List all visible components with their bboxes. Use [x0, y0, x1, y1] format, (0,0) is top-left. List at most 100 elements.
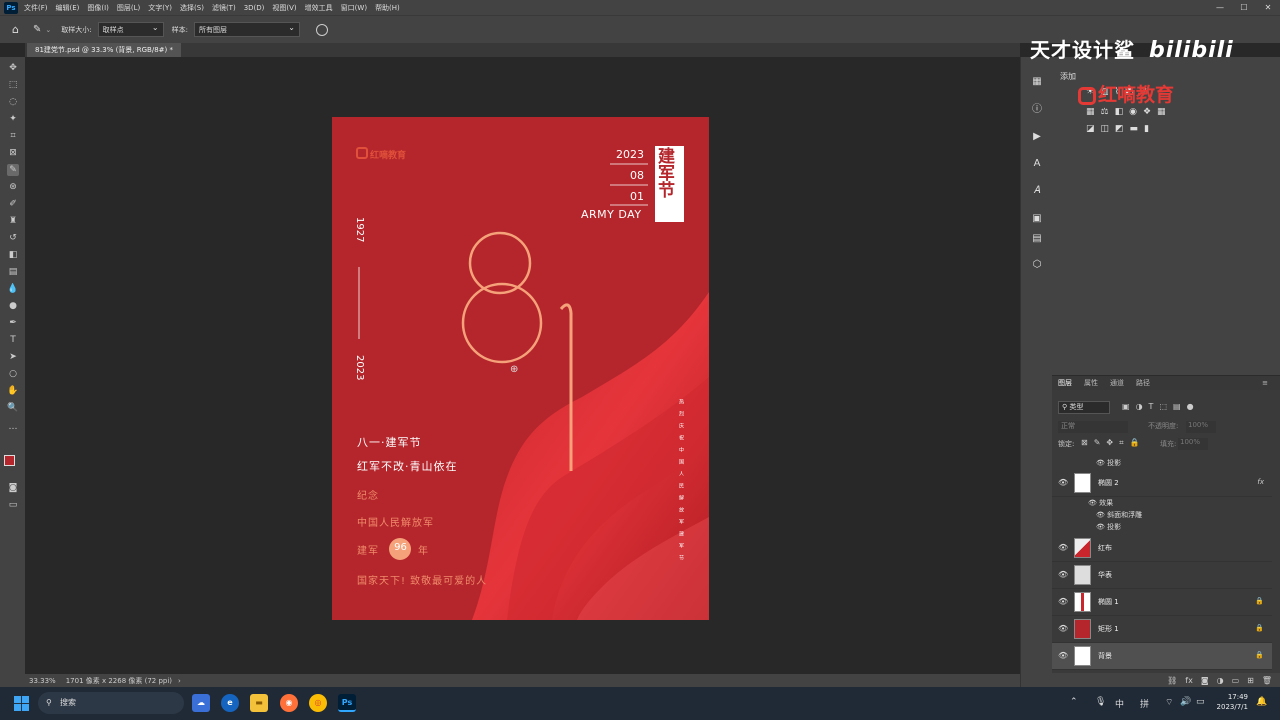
hue-saturation-icon[interactable]: ▦: [1086, 107, 1095, 117]
document-tab[interactable]: 81建党节.psd @ 33.3% (背景, RGB/8#) *: [27, 43, 181, 57]
type-filter-icon[interactable]: T: [1149, 402, 1154, 411]
chevron-up-icon[interactable]: ⌃: [1070, 697, 1078, 707]
tab-paths[interactable]: 路径: [1136, 378, 1150, 388]
chevron-down-icon[interactable]: ⌄: [45, 26, 51, 34]
firefox-icon[interactable]: ◉: [280, 694, 298, 712]
threshold-icon[interactable]: ◩: [1115, 124, 1124, 134]
healing-brush-tool-icon[interactable]: ⊛: [7, 181, 19, 193]
foreground-color-swatch[interactable]: [4, 455, 15, 466]
home-icon[interactable]: ⌂: [12, 23, 19, 36]
add-style-icon[interactable]: fx: [1185, 676, 1193, 685]
opacity-field[interactable]: 100%: [1186, 421, 1216, 433]
hand-tool-icon[interactable]: ✋: [7, 385, 19, 397]
delete-layer-icon[interactable]: 🗑: [1262, 676, 1272, 685]
invert-icon[interactable]: ◪: [1086, 124, 1095, 134]
add-mask-icon[interactable]: ◙: [1201, 676, 1209, 685]
photoshop-taskbar-icon[interactable]: Ps: [338, 694, 356, 712]
eyedropper-tool-icon[interactable]: ✎: [33, 24, 41, 35]
widgets-icon[interactable]: ☁: [192, 694, 210, 712]
character-panel-icon[interactable]: A: [1030, 157, 1044, 171]
eye-icon[interactable]: 👁: [1088, 499, 1097, 507]
eyedropper-tool-icon[interactable]: ✎: [7, 164, 19, 176]
more-tools-icon[interactable]: …: [7, 421, 19, 433]
sample-size-select[interactable]: 取样点: [97, 22, 164, 37]
layer-filter-select[interactable]: ⚲ 类型: [1058, 401, 1110, 414]
marquee-tool-icon[interactable]: ⬚: [7, 79, 19, 91]
properties-panel-icon[interactable]: ▤: [1030, 232, 1044, 246]
maximize-icon[interactable]: ☐: [1232, 0, 1256, 15]
history-brush-tool-icon[interactable]: ↺: [7, 232, 19, 244]
fx-badge[interactable]: fx: [1257, 478, 1264, 486]
eye-icon[interactable]: 👁: [1058, 478, 1068, 487]
tab-layers[interactable]: 图层: [1058, 378, 1072, 388]
notification-icon[interactable]: 🔔: [1256, 697, 1267, 707]
file-explorer-icon[interactable]: ▬: [250, 694, 268, 712]
tab-properties[interactable]: 属性: [1084, 378, 1098, 388]
layer-row[interactable]: 👁 华表: [1052, 562, 1272, 589]
adjustment-filter-icon[interactable]: ◑: [1136, 402, 1143, 411]
edge-browser-icon[interactable]: e: [221, 694, 239, 712]
volume-icon[interactable]: 🔊: [1180, 697, 1191, 707]
menu-help[interactable]: 帮助(H): [375, 3, 400, 13]
ime-mode[interactable]: 中: [1115, 697, 1124, 710]
menu-filter[interactable]: 滤镜(T): [212, 3, 236, 13]
paragraph-panel-icon[interactable]: 𝐴: [1030, 184, 1044, 198]
effect-row[interactable]: 👁 斜面和浮雕: [1096, 510, 1142, 520]
photo-filter-icon[interactable]: ◉: [1129, 107, 1137, 117]
microphone-icon[interactable]: 🎙: [1095, 697, 1106, 707]
lock-artboard-icon[interactable]: ⌗: [1119, 438, 1124, 448]
layer-row-selected[interactable]: 👁 背景 🔒: [1052, 643, 1272, 670]
fill-field[interactable]: 100%: [1178, 438, 1208, 450]
info-panel-icon[interactable]: ⓘ: [1030, 103, 1044, 117]
path-selection-tool-icon[interactable]: ➤: [7, 351, 19, 363]
menu-plugins[interactable]: 增效工具: [305, 3, 333, 13]
eye-icon[interactable]: 👁: [1058, 597, 1068, 606]
black-white-icon[interactable]: ◧: [1115, 107, 1124, 117]
layer-row[interactable]: 👁 红布: [1052, 535, 1272, 562]
history-panel-icon[interactable]: ▦: [1030, 75, 1044, 89]
lock-pixels-icon[interactable]: ✎: [1094, 438, 1101, 448]
smart-object-filter-icon[interactable]: ▤: [1173, 402, 1181, 411]
eye-icon[interactable]: 👁: [1096, 523, 1105, 531]
chevron-right-icon[interactable]: ›: [178, 677, 181, 685]
menu-3d[interactable]: 3D(D): [244, 4, 265, 12]
panel-menu-icon[interactable]: ≡: [1262, 379, 1268, 387]
layer-name[interactable]: 矩形 1: [1098, 624, 1119, 634]
color-balance-icon[interactable]: ⚖: [1101, 107, 1109, 117]
selective-color-icon[interactable]: ▮: [1144, 124, 1149, 134]
menu-select[interactable]: 选择(S): [180, 3, 204, 13]
brush-tool-icon[interactable]: ✐: [7, 198, 19, 210]
layer-name[interactable]: 背景: [1098, 651, 1112, 661]
sample-select[interactable]: 所有图层: [193, 22, 300, 37]
move-tool-icon[interactable]: ✥: [7, 62, 19, 74]
zoom-level[interactable]: 33.33%: [29, 677, 56, 685]
ellipse-tool-icon[interactable]: ○: [7, 368, 19, 380]
eye-icon[interactable]: 👁: [1058, 651, 1068, 660]
layer-name[interactable]: 椭圆 1: [1098, 597, 1119, 607]
pixel-filter-icon[interactable]: ▣: [1122, 402, 1130, 411]
layer-row[interactable]: 👁 椭圆 2 fx: [1052, 470, 1272, 497]
blend-mode-select[interactable]: 正常: [1058, 421, 1128, 433]
link-layers-icon[interactable]: ⛓: [1167, 676, 1177, 685]
layer-name[interactable]: 椭圆 2: [1098, 478, 1119, 488]
menu-layer[interactable]: 图层(L): [117, 3, 140, 13]
effect-row[interactable]: 👁 投影: [1096, 458, 1121, 468]
wifi-icon[interactable]: ⌔: [1165, 697, 1173, 708]
system-clock[interactable]: 17:49 2023/7/1: [1217, 692, 1248, 712]
layer-name[interactable]: 华表: [1098, 570, 1112, 580]
eye-icon[interactable]: 👁: [1058, 543, 1068, 552]
eye-icon[interactable]: 👁: [1058, 570, 1068, 579]
battery-icon[interactable]: ▭: [1196, 697, 1205, 707]
layer-name[interactable]: 红布: [1098, 543, 1112, 553]
posterize-icon[interactable]: ◫: [1101, 124, 1110, 134]
adjustment-layer-icon[interactable]: ◑: [1217, 676, 1224, 685]
layer-row[interactable]: 👁 椭圆 1 🔒: [1052, 589, 1272, 616]
blur-tool-icon[interactable]: 💧: [7, 283, 19, 295]
menu-file[interactable]: 文件(F): [24, 3, 48, 13]
actions-panel-icon[interactable]: ▶: [1030, 130, 1044, 144]
menu-type[interactable]: 文字(Y): [148, 3, 172, 13]
lock-icon[interactable]: 🔒: [1255, 597, 1264, 605]
new-group-icon[interactable]: ▭: [1232, 676, 1240, 685]
sampling-ring-icon[interactable]: [315, 23, 328, 36]
pen-tool-icon[interactable]: ✒: [7, 317, 19, 329]
